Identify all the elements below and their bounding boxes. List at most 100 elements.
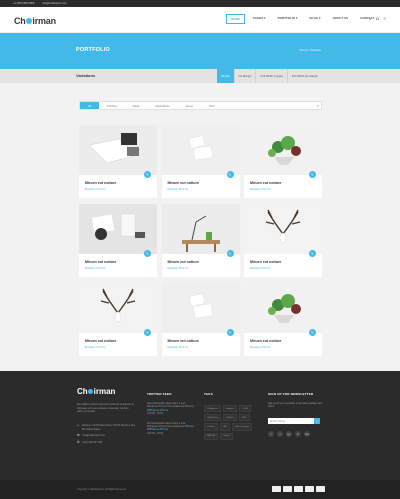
nav-home[interactable]: HOME [226, 14, 245, 24]
footer-phone: (101) 900 567 989 [82, 440, 103, 444]
portfolio-image[interactable] [79, 204, 157, 254]
card-title[interactable]: Miruen eut notiure [250, 339, 281, 343]
tab-full-width-no-margin[interactable]: Full Width No Margin [286, 69, 322, 83]
portfolio-card[interactable]: ✎ Miruen eut notiure Branding / Print Yer [161, 283, 240, 356]
tag-item[interactable]: ambient [222, 405, 238, 413]
link-icon[interactable]: ✎ [226, 329, 234, 336]
mastercard-icon [283, 486, 292, 492]
portfolio-card[interactable]: ✎ Miruen eut notiure Branding / Print Yer [161, 125, 240, 198]
twitter-feed: Microsoft Ecotific about pibno a new Wor… [147, 402, 195, 441]
portfolio-image[interactable] [161, 204, 240, 254]
phone-icon: ✆ [77, 439, 80, 444]
tag-item[interactable]: UM [219, 423, 230, 431]
link-icon[interactable]: ✎ [226, 250, 234, 257]
portfolio-card[interactable]: ✎ Miruen eut notiure Branding / Print Yer [244, 283, 322, 356]
tag-item[interactable]: CSS3 [239, 405, 252, 413]
portfolio-card[interactable]: ✎ Miruen eut notiure Branding / Print Yer [244, 204, 322, 277]
nav-pages[interactable]: PAGES ▾ [249, 14, 270, 24]
tag-item[interactable]: HTML5 [223, 414, 237, 422]
rss-icon[interactable]: rss [304, 431, 310, 437]
card-title[interactable]: Miruen eut notiure [85, 181, 116, 185]
link-icon[interactable]: ✎ [144, 171, 151, 178]
filter-search-icon[interactable]: ⌕ [315, 103, 321, 109]
portfolio-image[interactable] [244, 125, 322, 175]
link-icon[interactable]: ✎ [309, 171, 316, 178]
footer-bottom: Copyright © MainExports. All Rights Rese… [0, 480, 400, 499]
tag-item[interactable]: PHP [238, 414, 250, 422]
filter-home[interactable]: Home [178, 102, 201, 109]
tag-item[interactable]: Wordpress [204, 405, 221, 413]
tweet-date: JAN 06 - 16:54 [147, 431, 163, 435]
card-meta[interactable]: Branding / Print Yer [168, 188, 189, 191]
link-icon[interactable]: ✎ [144, 250, 151, 257]
filter-pcer[interactable]: Pcer [201, 102, 223, 109]
link-icon[interactable]: ✎ [226, 171, 234, 178]
tab-no-margin[interactable]: No Margin [233, 69, 256, 83]
link-icon[interactable]: ✎ [144, 329, 151, 336]
header-icons: ⌕ ◘ ≡ [369, 16, 386, 21]
card-title[interactable]: Miruen eut notiure [168, 181, 199, 185]
filter-printing[interactable]: Printing [99, 102, 124, 109]
card-meta[interactable]: Branding / Print Yer [85, 267, 106, 270]
site-logo[interactable]: Ch irman [14, 16, 56, 26]
card-meta[interactable]: Branding / Print Yer [85, 346, 106, 349]
tag-item[interactable]: Online [220, 432, 233, 440]
portfolio-card[interactable]: ✎ Miruen eut notiure Branding / Print Yer [79, 125, 157, 198]
tag-item[interactable]: MAGPA [204, 432, 219, 440]
portfolio-image[interactable] [161, 125, 240, 175]
portfolio-card[interactable]: ✎ Miruen eut notiure Branding / Print Yer [244, 125, 322, 198]
portfolio-card[interactable]: ✎ Miruen eut notiure Branding / Print Yer [79, 204, 157, 277]
card-meta[interactable]: Branding / Print Yer [250, 188, 271, 191]
tab-simple[interactable]: Simple [217, 69, 234, 83]
subscribe-button[interactable]: › [314, 418, 320, 424]
card-meta[interactable]: Branding / Print Yer [250, 267, 271, 270]
link-icon[interactable]: ✎ [309, 250, 316, 257]
card-title[interactable]: Miruen eut notiure [168, 260, 199, 264]
card-meta[interactable]: Branding / Print Yer [168, 267, 189, 270]
portfolio-card[interactable]: ✎ Miruen eut notiure Branding / Print Yer [161, 204, 240, 277]
tag-item[interactable]: Online Shoppe [231, 423, 253, 431]
portfolio-card[interactable]: ✎ Miruen eut notiure Branding / Print Yer [79, 283, 157, 356]
portfolio-image[interactable] [79, 283, 157, 333]
filter-ideas[interactable]: Ideas [125, 102, 148, 109]
portfolio-image[interactable] [79, 125, 157, 175]
twitter-heading: TWITTER FEED [147, 392, 172, 396]
twitter-icon[interactable]: t [277, 431, 283, 437]
card-title[interactable]: Miruen eut notiure [250, 181, 281, 185]
tab-full-width-images[interactable]: Full Width Images [255, 69, 286, 83]
portfolio-image[interactable] [244, 283, 322, 333]
tweet: Microsoft Ecotific about pibno a new Wor… [147, 402, 194, 416]
facebook-icon[interactable]: f [268, 431, 274, 437]
card-meta[interactable]: Branding / Print Yer [250, 346, 271, 349]
newsletter-placeholder: Email address [270, 419, 286, 423]
filter-illustrations[interactable]: Illustrations [147, 102, 177, 109]
newsletter-input[interactable]: Email address › [268, 418, 320, 424]
link-icon[interactable]: ✎ [309, 329, 316, 336]
card-title[interactable]: Miruen eut notiure [85, 260, 116, 264]
filter-all[interactable]: All [80, 102, 100, 109]
tag-item[interactable]: WordPress [204, 414, 222, 422]
card-meta[interactable]: Branding / Print Yer [85, 188, 106, 191]
breadcrumb[interactable]: Home / Portfolio [299, 48, 321, 52]
card-meta[interactable]: Branding / Print Yer [168, 346, 189, 349]
google-plus-icon[interactable]: g+ [286, 431, 292, 437]
footer-logo[interactable]: Ch irman [77, 387, 115, 396]
linkedin-icon[interactable]: in [295, 431, 301, 437]
nav-blog[interactable]: BLOG ▾ [305, 14, 324, 24]
main-nav: HOME PAGES ▾ PORTFOLIO ▾ BLOG ▾ ABOUT US… [226, 14, 379, 24]
menu-icon[interactable]: ≡ [384, 16, 386, 21]
portfolio-image[interactable] [244, 204, 322, 254]
nav-portfolio[interactable]: PORTFOLIO ▾ [274, 14, 302, 24]
card-title[interactable]: Miruen eut notiure [85, 339, 116, 343]
footer-email[interactable]: info@mailexport.com [83, 434, 106, 438]
cart-icon[interactable]: ◘ [376, 16, 378, 21]
card-title[interactable]: Miruen eut notiure [250, 260, 281, 264]
nav-about[interactable]: ABOUT US [328, 14, 352, 24]
tag-item[interactable]: winGen [204, 423, 218, 431]
card-title[interactable]: Miruen eut notiure [168, 339, 199, 343]
email-text[interactable]: info@mailexport.com [42, 2, 66, 5]
tags-heading: TAGS [204, 392, 213, 396]
portfolio-image[interactable] [161, 283, 240, 333]
site-footer: Ch irman Deu adipisi nvenies feaki etem l… [0, 371, 400, 487]
search-icon[interactable]: ⌕ [369, 16, 371, 21]
